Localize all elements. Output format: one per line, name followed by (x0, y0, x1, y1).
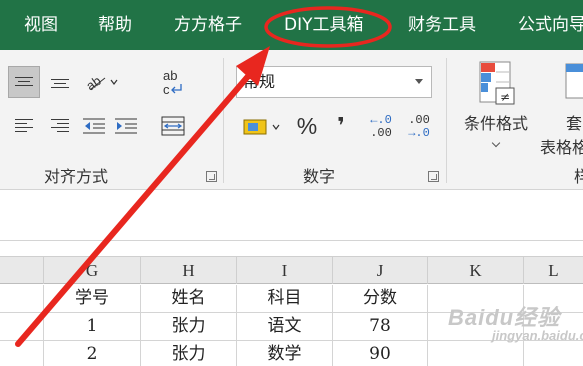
align-middle-button[interactable] (44, 66, 76, 98)
cell-header-name[interactable]: 姓名 (141, 285, 237, 312)
text-orientation-icon: ab (85, 73, 118, 92)
cell-header-subject[interactable]: 科目 (237, 285, 333, 312)
group-separator (446, 58, 447, 183)
align-left-icon (15, 118, 33, 134)
cell[interactable]: 张力 (141, 313, 237, 340)
align-top-button[interactable] (8, 66, 40, 98)
increase-indent-icon (115, 118, 137, 134)
comma-style-button[interactable]: ❜ (328, 110, 354, 142)
decrease-decimal-button[interactable]: .00 →.0 (402, 110, 436, 144)
number-format-dropdown[interactable]: 常规 (236, 66, 432, 98)
svg-text:ab: ab (163, 68, 177, 83)
cell[interactable]: 语文 (237, 313, 333, 340)
percent-style-button[interactable]: % (292, 110, 322, 142)
watermark-url: jingyan.baidu.com (492, 328, 583, 343)
cell[interactable] (0, 341, 44, 366)
increase-decimal-bottom: .00 (370, 126, 392, 140)
decrease-decimal-bottom: →.0 (408, 126, 430, 140)
format-as-table-label-line1: 套 (566, 114, 583, 133)
column-header-g[interactable]: G (44, 257, 141, 284)
column-header-l[interactable]: L (524, 257, 583, 284)
cell-header-score[interactable]: 分数 (333, 285, 428, 312)
conditional-formatting-icon: ≠ (479, 61, 515, 105)
column-header-row: G H I J K L (0, 256, 583, 284)
sheet-gap (0, 242, 583, 256)
cell-header-student-id[interactable]: 学号 (44, 285, 141, 312)
number-group-label: 数字 (303, 167, 336, 186)
column-header-i[interactable]: I (237, 257, 333, 284)
increase-indent-button[interactable] (112, 112, 140, 140)
tab-help[interactable]: 帮助 (98, 0, 132, 50)
tab-view[interactable]: 视图 (24, 0, 58, 50)
merge-center-button[interactable] (158, 112, 188, 140)
cell[interactable]: 数学 (237, 341, 333, 366)
number-format-value: 常规 (243, 72, 276, 91)
chevron-down-icon (415, 79, 423, 84)
tab-diy-toolbox[interactable]: DIY工具箱 (284, 0, 364, 50)
tab-formula-wizard[interactable]: 公式向导 (518, 0, 583, 50)
column-header-j[interactable]: J (333, 257, 428, 284)
align-middle-icon (51, 75, 69, 89)
ribbon-panel: ab ab c 对齐方式 常规 % ❜ ←.0 .00 .00 →.0 数字 ≠… (0, 50, 583, 190)
cell[interactable]: 张力 (141, 341, 237, 366)
align-top-icon (15, 75, 33, 89)
tab-finance-tools[interactable]: 财务工具 (408, 0, 476, 50)
svg-text:≠: ≠ (500, 90, 510, 104)
orientation-button[interactable]: ab (80, 66, 124, 98)
accounting-format-button[interactable] (238, 112, 286, 142)
align-left-button[interactable] (8, 112, 40, 140)
watermark: Baidu经验 jingyan.baidu.com (448, 300, 583, 360)
alignment-dialog-launcher[interactable] (206, 171, 217, 182)
svg-text:ab: ab (85, 73, 104, 92)
number-dialog-launcher[interactable] (428, 171, 439, 182)
alignment-group-label: 对齐方式 (44, 167, 109, 186)
merge-center-icon (161, 116, 185, 136)
cell[interactable]: 2 (44, 341, 141, 366)
decrease-indent-button[interactable] (80, 112, 108, 140)
conditional-formatting-label: 条件格式 (463, 114, 528, 133)
cell[interactable]: 1 (44, 313, 141, 340)
styles-group-label: 样 (574, 167, 583, 186)
cell[interactable]: 78 (333, 313, 428, 340)
increase-decimal-button[interactable]: ←.0 .00 (364, 110, 398, 144)
align-right-icon (51, 118, 69, 134)
column-header-h[interactable]: H (141, 257, 237, 284)
format-as-table-icon (565, 63, 583, 99)
tab-fangfang-gezi[interactable]: 方方格子 (174, 0, 242, 50)
group-separator (223, 58, 224, 183)
format-as-table-button[interactable]: 套 表格格 (538, 58, 583, 158)
formula-bar[interactable] (0, 191, 583, 241)
column-header-k[interactable]: K (428, 257, 524, 284)
wrap-text-icon: ab c (163, 68, 182, 97)
align-right-button[interactable] (44, 112, 76, 140)
conditional-formatting-button[interactable]: ≠ 条件格式 (452, 58, 540, 158)
ribbon-tab-bar: 视图 帮助 方方格子 DIY工具箱 财务工具 公式向导 (0, 0, 583, 50)
column-header-partial[interactable] (0, 257, 44, 284)
cell[interactable] (0, 285, 44, 312)
cell[interactable] (0, 313, 44, 340)
wrap-text-button[interactable]: ab c (158, 66, 188, 100)
format-as-table-label-line2: 表格格 (540, 138, 583, 157)
accounting-format-icon (243, 119, 280, 135)
svg-text:c: c (163, 82, 170, 97)
decrease-indent-icon (83, 118, 105, 134)
chevron-down-icon (491, 138, 501, 148)
cell[interactable]: 90 (333, 341, 428, 366)
